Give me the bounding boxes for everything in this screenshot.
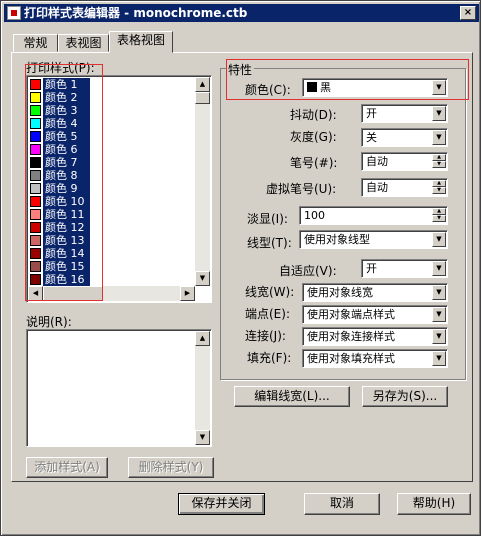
chevron-down-icon[interactable]: ▼ <box>432 106 446 121</box>
highlight-rectangle-color <box>226 59 469 100</box>
desc-scroll-up-icon[interactable]: ▲ <box>195 331 210 346</box>
window-title: 打印样式表编辑器 - monochrome.ctb <box>24 6 248 20</box>
chevron-down-icon[interactable]: ▼ <box>432 329 446 344</box>
screening-value: 100 <box>304 209 325 222</box>
app-icon <box>7 6 21 20</box>
highlight-rectangle-styles <box>25 64 103 301</box>
save-as-button[interactable]: 另存为(S)... <box>362 386 448 407</box>
tab-general[interactable]: 常规 <box>13 34 58 52</box>
pen-number-value: 自动 <box>366 155 388 168</box>
lineweight-value: 使用对象线宽 <box>307 286 373 299</box>
screening-stepper[interactable]: ▲ ▼ <box>432 208 446 223</box>
screening-spinner[interactable]: 100 ▲ ▼ <box>299 206 448 225</box>
adaptive-dropdown[interactable]: 开 ▼ <box>361 259 448 278</box>
description-textarea[interactable]: ▲ ▼ <box>26 329 212 447</box>
dither-label: 抖动(D): <box>290 108 337 122</box>
pen-number-label: 笔号(#): <box>290 156 338 170</box>
cancel-button[interactable]: 取消 <box>304 493 380 515</box>
virtual-pen-label: 虚拟笔号(U): <box>266 182 337 196</box>
chevron-down-icon[interactable]: ▼ <box>432 232 446 247</box>
virtual-pen-value: 自动 <box>366 181 388 194</box>
grayscale-label: 灰度(G): <box>290 130 337 144</box>
dither-dropdown[interactable]: 开 ▼ <box>361 104 448 123</box>
line-join-dropdown[interactable]: 使用对象连接样式 ▼ <box>302 327 448 346</box>
lineweight-dropdown[interactable]: 使用对象线宽 ▼ <box>302 283 448 302</box>
scroll-thumb[interactable] <box>195 92 210 104</box>
dither-value: 开 <box>366 107 377 120</box>
scroll-right-arrow-icon[interactable]: ▶ <box>180 286 195 301</box>
chevron-down-icon[interactable]: ▼ <box>432 307 446 322</box>
print-style-editor-window: 打印样式表编辑器 - monochrome.ctb × 常规 表视图 表格视图 … <box>0 0 481 536</box>
chevron-down-icon[interactable]: ▼ <box>432 261 446 276</box>
spin-up-icon[interactable]: ▲ <box>432 154 446 161</box>
virtual-pen-spinner[interactable]: 自动 ▲ ▼ <box>361 178 448 197</box>
chevron-down-icon[interactable]: ▼ <box>432 130 446 145</box>
description-scrollbar[interactable]: ▲ ▼ <box>195 331 210 445</box>
grayscale-value: 关 <box>366 131 377 144</box>
scroll-down-arrow-icon[interactable]: ▼ <box>195 271 210 286</box>
spin-up-icon[interactable]: ▲ <box>432 180 446 187</box>
tab-table-view[interactable]: 表视图 <box>58 34 109 52</box>
description-label: 说明(R): <box>26 315 72 329</box>
spin-down-icon[interactable]: ▼ <box>432 161 446 168</box>
line-end-value: 使用对象端点样式 <box>307 308 395 321</box>
chevron-down-icon[interactable]: ▼ <box>432 351 446 366</box>
line-join-label: 连接(J): <box>245 329 286 343</box>
line-join-value: 使用对象连接样式 <box>307 330 395 343</box>
pen-number-stepper[interactable]: ▲ ▼ <box>432 154 446 169</box>
fill-label: 填充(F): <box>247 351 292 365</box>
linetype-dropdown[interactable]: 使用对象线型 ▼ <box>299 230 448 249</box>
linetype-label: 线型(T): <box>247 236 292 250</box>
list-vertical-scrollbar[interactable]: ▲ ▼ <box>195 77 210 286</box>
virtual-pen-stepper[interactable]: ▲ ▼ <box>432 180 446 195</box>
add-style-button[interactable]: 添加样式(A) <box>26 457 108 478</box>
adaptive-value: 开 <box>366 262 377 275</box>
edit-lineweights-button[interactable]: 编辑线宽(L)... <box>234 386 350 407</box>
save-and-close-button[interactable]: 保存并关闭 <box>178 493 265 515</box>
chevron-down-icon[interactable]: ▼ <box>432 285 446 300</box>
delete-style-button[interactable]: 删除样式(Y) <box>128 457 214 478</box>
pen-number-spinner[interactable]: 自动 ▲ ▼ <box>361 152 448 171</box>
lineweight-label: 线宽(W): <box>245 285 295 299</box>
fill-value: 使用对象填充样式 <box>307 352 395 365</box>
linetype-value: 使用对象线型 <box>304 233 370 246</box>
line-end-dropdown[interactable]: 使用对象端点样式 ▼ <box>302 305 448 324</box>
grayscale-dropdown[interactable]: 关 ▼ <box>361 128 448 147</box>
title-bar: 打印样式表编辑器 - monochrome.ctb <box>4 4 479 22</box>
line-end-label: 端点(E): <box>245 307 290 321</box>
spin-down-icon[interactable]: ▼ <box>432 187 446 194</box>
spin-up-icon[interactable]: ▲ <box>432 208 446 215</box>
tab-form-view[interactable]: 表格视图 <box>109 31 173 53</box>
scroll-up-arrow-icon[interactable]: ▲ <box>195 77 210 92</box>
desc-scroll-down-icon[interactable]: ▼ <box>195 430 210 445</box>
screening-label: 淡显(I): <box>247 212 288 226</box>
close-button[interactable]: × <box>460 6 476 20</box>
spin-down-icon[interactable]: ▼ <box>432 215 446 222</box>
help-button[interactable]: 帮助(H) <box>397 493 471 515</box>
adaptive-label: 自适应(V): <box>279 264 337 278</box>
fill-dropdown[interactable]: 使用对象填充样式 ▼ <box>302 349 448 368</box>
